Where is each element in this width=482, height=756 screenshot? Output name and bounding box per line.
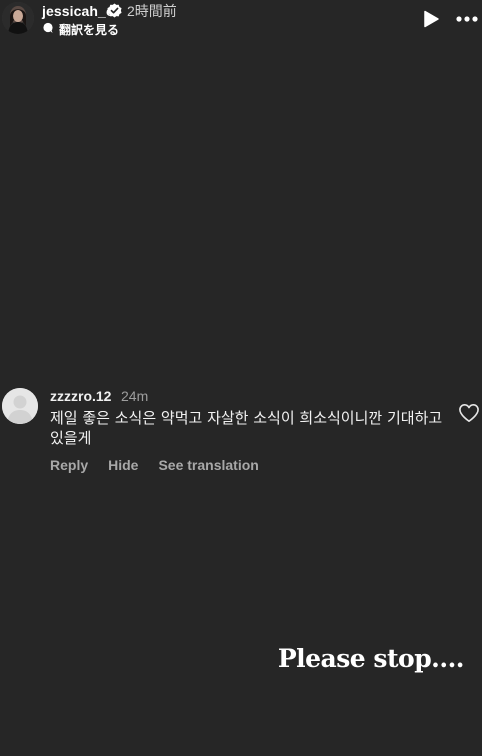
commenter-avatar[interactable] bbox=[2, 388, 38, 424]
see-translation-link[interactable]: 翻訳を見る bbox=[42, 22, 119, 38]
commenter-username[interactable]: zzzzro.12 bbox=[50, 388, 111, 404]
comment-actions: Reply Hide See translation bbox=[50, 457, 259, 473]
story-time: 2時間前 bbox=[127, 3, 177, 19]
story-username[interactable]: jessicah_o bbox=[42, 3, 115, 19]
like-comment-button[interactable] bbox=[458, 403, 480, 423]
play-icon bbox=[424, 10, 439, 28]
comment-item: zzzzro.12 24m 제일 좋은 소식은 약먹고 자살한 소식이 희소식이… bbox=[0, 386, 482, 486]
comment-time: 24m bbox=[121, 388, 149, 404]
hide-button[interactable]: Hide bbox=[108, 457, 138, 473]
verified-badge-icon bbox=[107, 3, 122, 18]
play-button[interactable] bbox=[421, 9, 441, 29]
more-options-button[interactable] bbox=[455, 9, 479, 29]
story-header: jessicah_o 2時間前 翻訳を見る bbox=[0, 0, 482, 44]
reply-button[interactable]: Reply bbox=[50, 457, 88, 473]
translate-bubble-icon bbox=[42, 21, 54, 39]
more-dots-icon bbox=[456, 16, 478, 22]
see-translation-button[interactable]: See translation bbox=[158, 457, 258, 473]
avatar[interactable] bbox=[2, 2, 34, 34]
see-translation-label: 翻訳を見る bbox=[59, 23, 120, 37]
heart-outline-icon bbox=[459, 404, 479, 422]
story-screen: jessicah_o 2時間前 翻訳を見る zzzzro.12 24m 제일 좋… bbox=[0, 0, 482, 756]
default-avatar-icon bbox=[2, 388, 38, 424]
story-caption-text: Please stop.... bbox=[277, 644, 465, 673]
comment-text: 제일 좋은 소식은 약먹고 자살한 소식이 희소식이니깐 기대하고 있을게 bbox=[50, 409, 443, 447]
